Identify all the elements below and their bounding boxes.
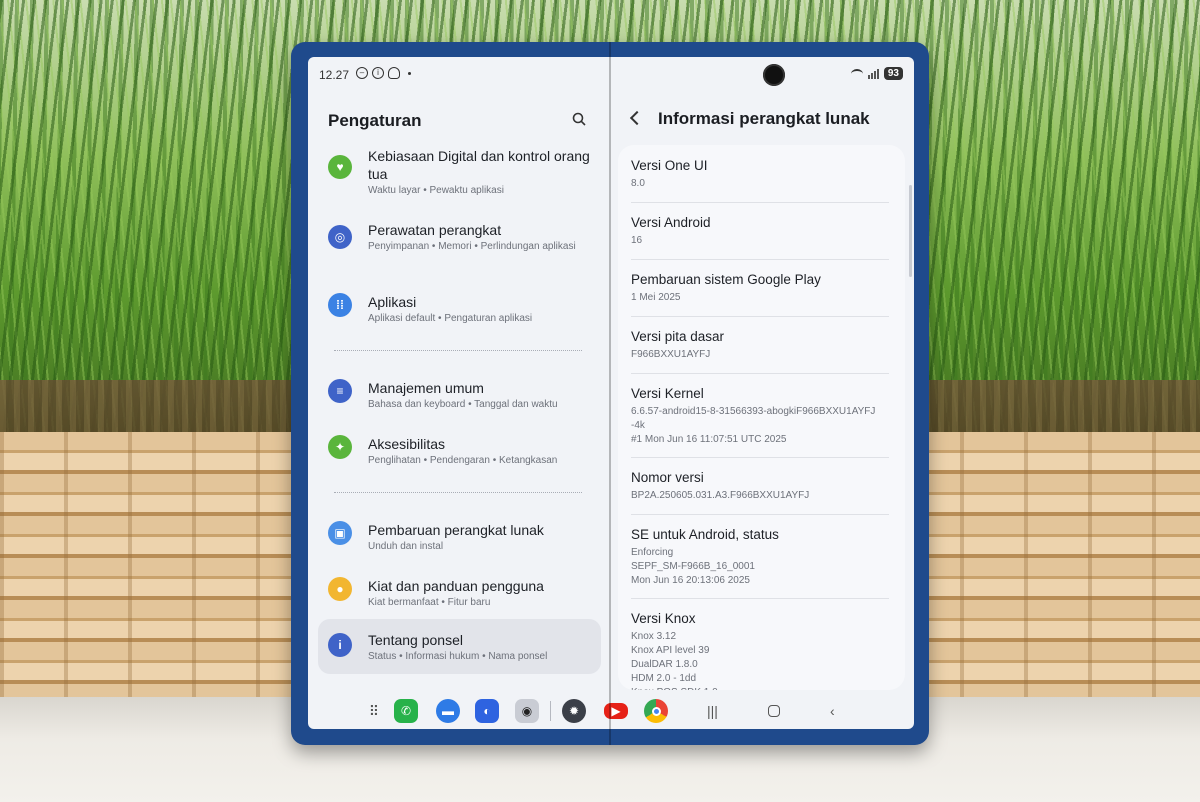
settings-pane: Pengaturan ♥ Kebiasaan Digital dan kontr… xyxy=(308,97,608,697)
bulb-icon xyxy=(388,67,400,79)
home-nav-icon[interactable] xyxy=(768,705,780,717)
menu-item-subtitle: Penglihatan • Pendengaran • Ketangkasan xyxy=(368,455,558,466)
menu-item-subtitle: Status • Informasi hukum • Nama ponsel xyxy=(368,651,548,662)
apps-grid-icon[interactable]: ⠿ xyxy=(362,699,386,723)
scrollbar[interactable] xyxy=(909,185,912,277)
menu-item-accessibility[interactable]: ✦ Aksesibilitas Penglihatan • Pendengara… xyxy=(318,429,601,474)
info-item-title: Nomor versi xyxy=(631,470,704,485)
info-item-se-android[interactable]: SE untuk Android, status Enforcing SEPF_… xyxy=(631,526,889,588)
dnd-icon: – xyxy=(356,67,368,79)
internet-app-icon[interactable]: ◐ xyxy=(475,699,499,723)
divider xyxy=(631,316,889,317)
messages-app-icon[interactable]: ▬ xyxy=(436,699,460,723)
info-item-one-ui[interactable]: Versi One UI 8.0 xyxy=(631,157,889,191)
phone-app-icon[interactable]: ✆ xyxy=(394,699,418,723)
info-item-knox[interactable]: Versi Knox Knox 3.12 Knox API level 39 D… xyxy=(631,610,889,690)
info-icon: i xyxy=(328,633,352,657)
menu-item-subtitle: Waktu layar • Pewaktu aplikasi xyxy=(368,185,504,196)
info-item-value: 8.0 xyxy=(631,178,645,189)
menu-item-digital-wellbeing[interactable]: ♥ Kebiasaan Digital dan kontrol orang tu… xyxy=(318,141,601,204)
menu-item-title: Aksesibilitas xyxy=(368,436,446,452)
menu-item-subtitle: Bahasa dan keyboard • Tanggal dan waktu xyxy=(368,399,558,410)
info-item-android[interactable]: Versi Android 16 xyxy=(631,214,889,248)
menu-item-title: Kiat dan panduan pengguna xyxy=(368,578,544,594)
info-item-title: Versi pita dasar xyxy=(631,329,725,344)
divider xyxy=(631,202,889,203)
menu-item-title: Manajemen umum xyxy=(368,380,484,396)
menu-item-device-care[interactable]: ◎ Perawatan perangkat Penyimpanan • Memo… xyxy=(318,215,601,260)
menu-item-tips[interactable]: ● Kiat dan panduan pengguna Kiat bermanf… xyxy=(318,571,601,616)
info-item-title: Versi Kernel xyxy=(631,386,704,401)
menu-item-about-phone[interactable]: i Tentang ponsel Status • Informasi huku… xyxy=(318,619,601,674)
info-item-value: 1 Mei 2025 xyxy=(631,292,681,303)
menu-item-title: Perawatan perangkat xyxy=(368,222,502,238)
wifi-icon xyxy=(850,68,863,79)
menu-item-subtitle: Kiat bermanfaat • Fitur baru xyxy=(368,597,491,608)
info-item-value: 6.6.57-android15-8-31566393-abogkiF966BX… xyxy=(631,406,876,445)
divider xyxy=(334,350,582,351)
menu-item-title: Pembaruan perangkat lunak xyxy=(368,522,544,538)
info-item-value: Knox 3.12 Knox API level 39 DualDAR 1.8.… xyxy=(631,631,718,690)
info-item-title: SE untuk Android, status xyxy=(631,527,779,542)
page-title: Informasi perangkat lunak xyxy=(658,109,870,128)
info-item-value: F966BXXU1AYFJ xyxy=(631,349,711,360)
software-info-pane: Informasi perangkat lunak Versi One UI 8… xyxy=(618,97,914,697)
lightbulb-icon: ● xyxy=(328,577,352,601)
info-item-title: Versi Knox xyxy=(631,611,696,626)
phone-hinge xyxy=(609,42,611,745)
info-item-title: Versi One UI xyxy=(631,158,708,173)
divider xyxy=(631,373,889,374)
menu-item-apps[interactable]: ⁞⁞ Aplikasi Aplikasi default • Pengatura… xyxy=(318,287,601,332)
chrome-app-icon[interactable] xyxy=(644,699,668,723)
back-nav-icon[interactable]: ‹ xyxy=(830,703,835,719)
taskbar-divider xyxy=(550,701,551,721)
apps-icon: ⁞⁞ xyxy=(328,293,352,317)
divider xyxy=(631,259,889,260)
info-item-build-number[interactable]: Nomor versi BP2A.250605.031.A3.F966BXXU1… xyxy=(631,469,889,503)
status-icons: – i xyxy=(356,67,411,79)
battery-indicator: 93 xyxy=(883,67,903,80)
info-icon: i xyxy=(372,67,384,79)
divider xyxy=(631,514,889,515)
page-title: Pengaturan xyxy=(328,111,422,130)
divider xyxy=(334,492,582,493)
menu-item-title: Aplikasi xyxy=(368,294,417,310)
settings-app-icon[interactable]: ✹ xyxy=(562,699,586,723)
notification-dot-icon xyxy=(408,71,411,75)
menu-item-title: Tentang ponsel xyxy=(368,632,463,648)
divider xyxy=(631,457,889,458)
menu-item-general-management[interactable]: ≡ Manajemen umum Bahasa dan keyboard • T… xyxy=(318,373,601,418)
device-care-icon: ◎ xyxy=(328,225,352,249)
menu-item-subtitle: Aplikasi default • Pengaturan aplikasi xyxy=(368,313,533,324)
menu-item-subtitle: Penyimpanan • Memori • Perlindungan apli… xyxy=(368,241,576,252)
info-item-baseband[interactable]: Versi pita dasar F966BXXU1AYFJ xyxy=(631,328,889,362)
signal-icon xyxy=(867,68,879,79)
status-time: 12.27 xyxy=(319,68,350,82)
menu-item-title: Kebiasaan Digital dan kontrol orang tua xyxy=(368,148,590,182)
accessibility-icon: ✦ xyxy=(328,435,352,459)
front-camera xyxy=(763,64,785,86)
info-item-google-play[interactable]: Pembaruan sistem Google Play 1 Mei 2025 xyxy=(631,271,889,305)
info-item-title: Pembaruan sistem Google Play xyxy=(631,272,821,287)
youtube-app-icon[interactable]: ▶ xyxy=(604,703,628,719)
divider xyxy=(631,598,889,599)
info-item-value: BP2A.250605.031.A3.F966BXXU1AYFJ xyxy=(631,490,810,501)
taskbar: ⠿ ✆ ▬ ◐ ◉ ✹ ▶ ||| ‹ xyxy=(308,695,914,729)
phone-screen: 12.27 – i 93 Pengaturan ♥ Kebiasaan Digi… xyxy=(308,57,914,729)
search-icon[interactable] xyxy=(572,112,586,126)
menu-item-subtitle: Unduh dan instal xyxy=(368,541,444,552)
back-arrow-icon[interactable] xyxy=(629,110,645,126)
menu-item-software-update[interactable]: ▣ Pembaruan perangkat lunak Unduh dan in… xyxy=(318,515,601,560)
recents-nav-icon[interactable]: ||| xyxy=(707,703,718,719)
camera-app-icon[interactable]: ◉ xyxy=(515,699,539,723)
heart-icon: ♥ xyxy=(328,155,352,179)
update-icon: ▣ xyxy=(328,521,352,545)
info-card: Versi One UI 8.0 Versi Android 16 Pembar… xyxy=(618,145,905,690)
info-item-kernel[interactable]: Versi Kernel 6.6.57-android15-8-31566393… xyxy=(631,385,889,447)
status-right: 93 xyxy=(850,67,903,80)
info-item-value: 16 xyxy=(631,235,643,246)
info-item-value: Enforcing SEPF_SM-F966B_16_0001 Mon Jun … xyxy=(631,547,755,586)
sliders-icon: ≡ xyxy=(328,379,352,403)
info-item-title: Versi Android xyxy=(631,215,711,230)
